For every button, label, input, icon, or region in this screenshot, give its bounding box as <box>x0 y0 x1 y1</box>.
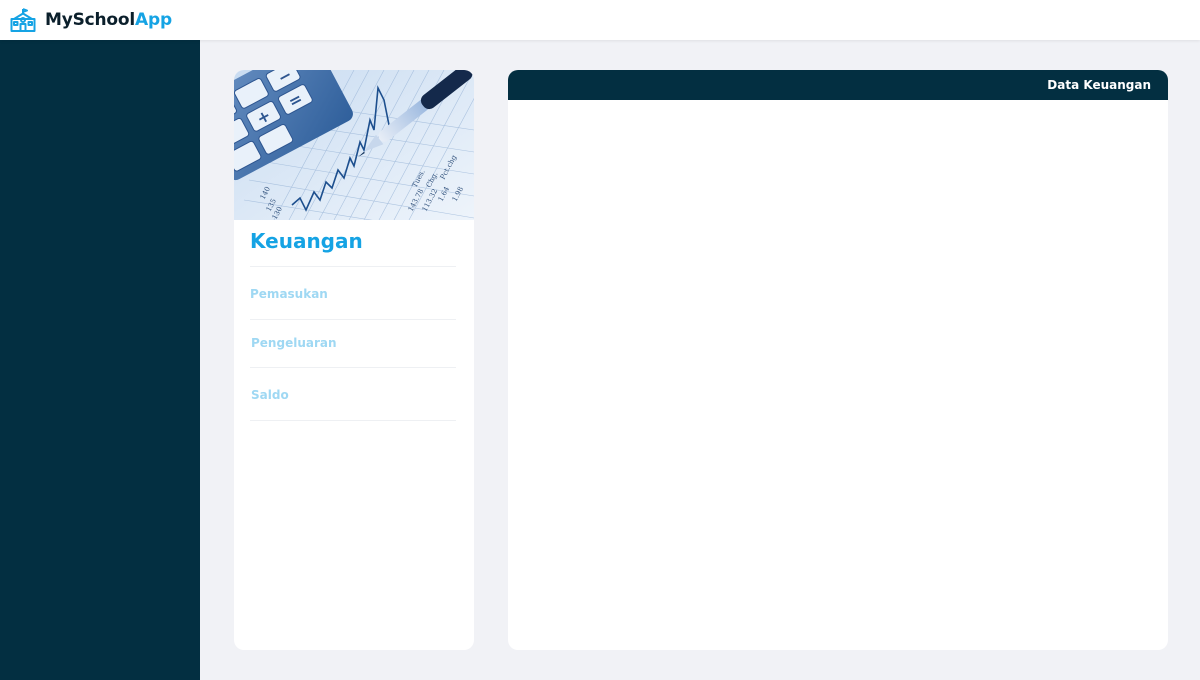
app-brand-name: MySchool <box>45 10 136 30</box>
top-navbar: MySchoolApp <box>0 0 1200 40</box>
panel-header: Data Keuangan <box>508 70 1168 100</box>
card-title: Keuangan <box>250 229 363 253</box>
menu-item-pengeluaran[interactable]: Pengeluaran <box>250 320 456 368</box>
menu-item-pemasukan[interactable]: Pemasukan <box>250 267 456 320</box>
finance-calculator-chart-photo: Tues. Chg. Pct.chg 143.78 113.32 1.64 1.… <box>234 70 474 220</box>
school-building-icon[interactable] <box>10 7 36 33</box>
finance-menu-card: Tues. Chg. Pct.chg 143.78 113.32 1.64 1.… <box>234 70 474 650</box>
panel-title: Data Keuangan <box>1047 78 1151 92</box>
data-keuangan-panel: Data Keuangan <box>508 70 1168 650</box>
sidebar <box>0 40 200 680</box>
finance-menu-list: Pemasukan Pengeluaran Saldo <box>250 266 456 421</box>
app-brand[interactable]: MySchoolApp <box>45 10 172 30</box>
menu-item-saldo[interactable]: Saldo <box>250 368 456 421</box>
app-brand-suffix: App <box>135 10 172 30</box>
